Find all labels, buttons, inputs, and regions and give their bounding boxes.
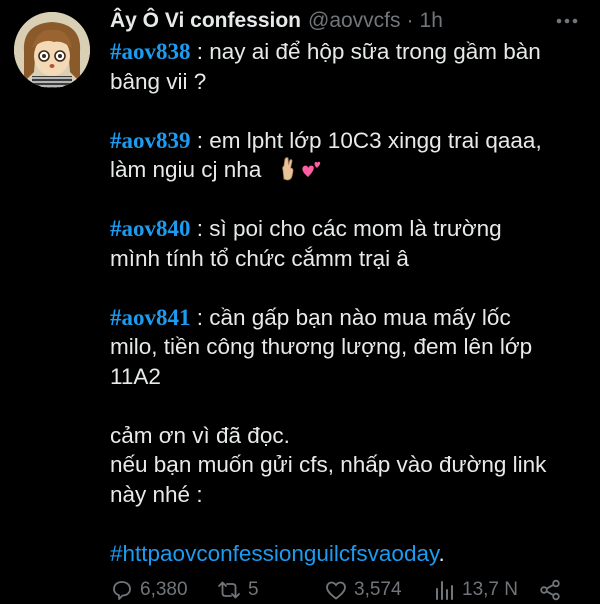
reply-button[interactable]: 6,380: [110, 578, 188, 602]
share-icon: [540, 579, 560, 601]
post-text: : sì poi cho các mom là trường: [190, 216, 502, 241]
tweet-actions: 6,380 5 3,574 13,7 N: [110, 576, 580, 604]
post-line: mình tính tổ chức cắmm trại â: [110, 244, 588, 274]
post-line: #aov838 : nay ai để hộp sữa trong gầm bà…: [110, 37, 588, 67]
views-button[interactable]: 13,7 N: [432, 578, 518, 602]
hashtag-link[interactable]: #aov839: [110, 128, 191, 153]
link-suffix: .: [438, 540, 445, 566]
post-text: : cần gấp bạn nào mua mấy lốc: [190, 304, 511, 330]
views-count: 13,7 N: [462, 579, 518, 600]
post-text: bâng vii ?: [110, 68, 207, 94]
tweet-time[interactable]: 1h: [420, 9, 443, 33]
author-name[interactable]: Ây Ô Vi confession: [110, 9, 301, 33]
post-text: : nay ai để hộp sữa trong gầm bàn: [190, 39, 541, 64]
author-handle[interactable]: @aovvcfs: [308, 9, 401, 33]
link-line: #httpaovconfessionguilcfsvaoday.: [110, 539, 588, 569]
views-chart-icon: [436, 581, 453, 600]
hashtag-link[interactable]: #aov841: [110, 305, 191, 330]
share-button[interactable]: [538, 578, 562, 602]
post-line: #aov839 : em lpht lớp 10C3 xingg trai qa…: [110, 126, 588, 156]
separator-dot: ·: [406, 9, 414, 32]
retweet-icon: [218, 581, 240, 599]
post-line: bâng vii ?: [110, 67, 588, 97]
post-line: #aov840 : sì poi cho các mom là trường: [110, 214, 588, 244]
outro-line: cảm ơn vì đã đọc.: [110, 422, 290, 448]
hashtag-link[interactable]: #aov838: [110, 39, 191, 64]
post-line: làm ngiu cj nha: [110, 155, 588, 185]
reply-icon: [113, 581, 131, 600]
retweet-count: 5: [248, 579, 259, 600]
retweet-button[interactable]: 5: [216, 578, 259, 602]
hashtag-link[interactable]: #aov840: [110, 216, 191, 241]
like-count: 3,574: [354, 579, 402, 600]
avatar[interactable]: [14, 12, 90, 88]
heart-icon: [326, 581, 346, 600]
two-hearts-emoji: [300, 157, 324, 181]
post-text: mình tính tổ chức cắmm trại â: [110, 245, 409, 271]
tweet-header: Ây Ô Vi confession @aovvcfs · 1h: [110, 6, 580, 36]
post-text: 11A2: [110, 363, 161, 389]
outro-line: nếu bạn muốn gửi cfs, nhấp vào đường lin…: [110, 452, 547, 477]
crossed-fingers-emoji: [276, 157, 300, 181]
post-line: 11A2: [110, 362, 588, 392]
post-text: : em lpht lớp 10C3 xingg trai qaaa,: [190, 127, 542, 153]
confession-link[interactable]: #httpaovconfessionguilcfsvaoday: [110, 541, 439, 566]
post-line: milo, tiền công thương lượng, đem lên lớ…: [110, 332, 588, 362]
post-text: milo, tiền công thương lượng, đem lên lớ…: [110, 334, 533, 359]
post-line: #aov841 : cần gấp bạn nào mua mấy lốc: [110, 303, 588, 333]
post-text: làm ngiu cj nha: [110, 157, 262, 182]
tweet-body: #aov838 : nay ai để hộp sữa trong gầm bà…: [110, 37, 588, 568]
like-button[interactable]: 3,574: [324, 578, 402, 602]
reply-count: 6,380: [140, 579, 188, 600]
more-horizontal-icon[interactable]: [554, 8, 580, 34]
outro-line: này nhé :: [110, 481, 203, 507]
